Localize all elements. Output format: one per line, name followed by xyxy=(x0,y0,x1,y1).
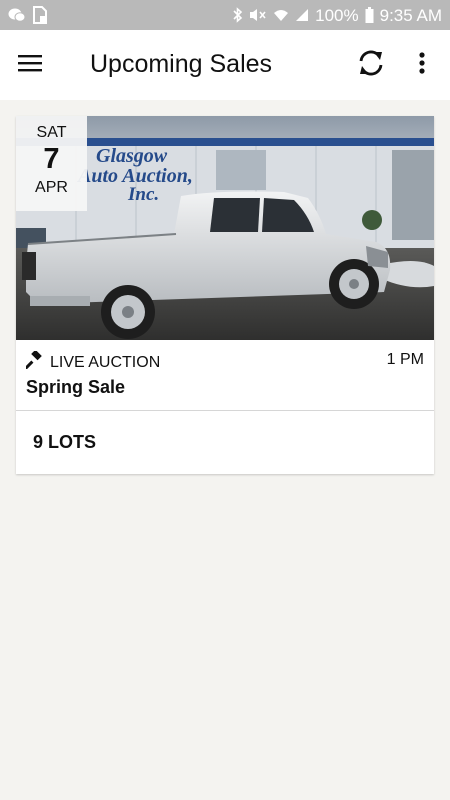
signal-icon xyxy=(295,8,309,22)
sale-info: LIVE AUCTION 1 PM Spring Sale xyxy=(16,340,434,411)
chat-notification-icon xyxy=(8,7,26,23)
sale-day-of-week: SAT xyxy=(36,124,67,141)
bluetooth-icon xyxy=(233,7,243,23)
battery-percent: 100% xyxy=(315,5,359,25)
app-bar: Upcoming Sales xyxy=(0,30,450,100)
svg-text:Inc.: Inc. xyxy=(127,184,159,205)
sale-type: LIVE AUCTION xyxy=(23,349,161,374)
more-vert-icon xyxy=(419,51,425,79)
refresh-button[interactable] xyxy=(354,48,388,82)
sale-type-label: LIVE AUCTION xyxy=(50,353,161,371)
status-time: 9:35 AM xyxy=(379,5,442,25)
refresh-icon xyxy=(356,48,386,83)
status-right: 100% 9:35 AM xyxy=(233,7,442,24)
sale-month: APR xyxy=(35,179,68,196)
lots-count: 9 LOTS xyxy=(33,432,97,452)
battery-icon xyxy=(365,7,374,23)
svg-text:Glasgow: Glasgow xyxy=(96,145,168,167)
status-left xyxy=(8,6,48,24)
lots-button[interactable]: 9 LOTS xyxy=(16,411,434,474)
sale-date-badge: SAT 7 APR xyxy=(16,116,87,211)
sale-name: Spring Sale xyxy=(26,377,126,397)
menu-icon xyxy=(18,54,42,77)
sale-card[interactable]: Glasgow Auto Auction, Inc. SAT 7 APR LIV… xyxy=(16,116,434,474)
sale-day-number: 7 xyxy=(43,143,60,175)
wifi-icon xyxy=(273,8,289,22)
page-title: Upcoming Sales xyxy=(90,50,273,78)
status-bar: 100% 9:35 AM xyxy=(0,0,450,30)
sale-time: 1 PM xyxy=(386,351,424,368)
more-options-button[interactable] xyxy=(412,50,432,80)
gavel-icon xyxy=(23,349,44,374)
sale-image: Glasgow Auto Auction, Inc. SAT 7 APR xyxy=(16,116,434,340)
mute-icon xyxy=(249,7,267,23)
menu-button[interactable] xyxy=(14,50,46,80)
sim-notification-icon xyxy=(32,6,48,24)
